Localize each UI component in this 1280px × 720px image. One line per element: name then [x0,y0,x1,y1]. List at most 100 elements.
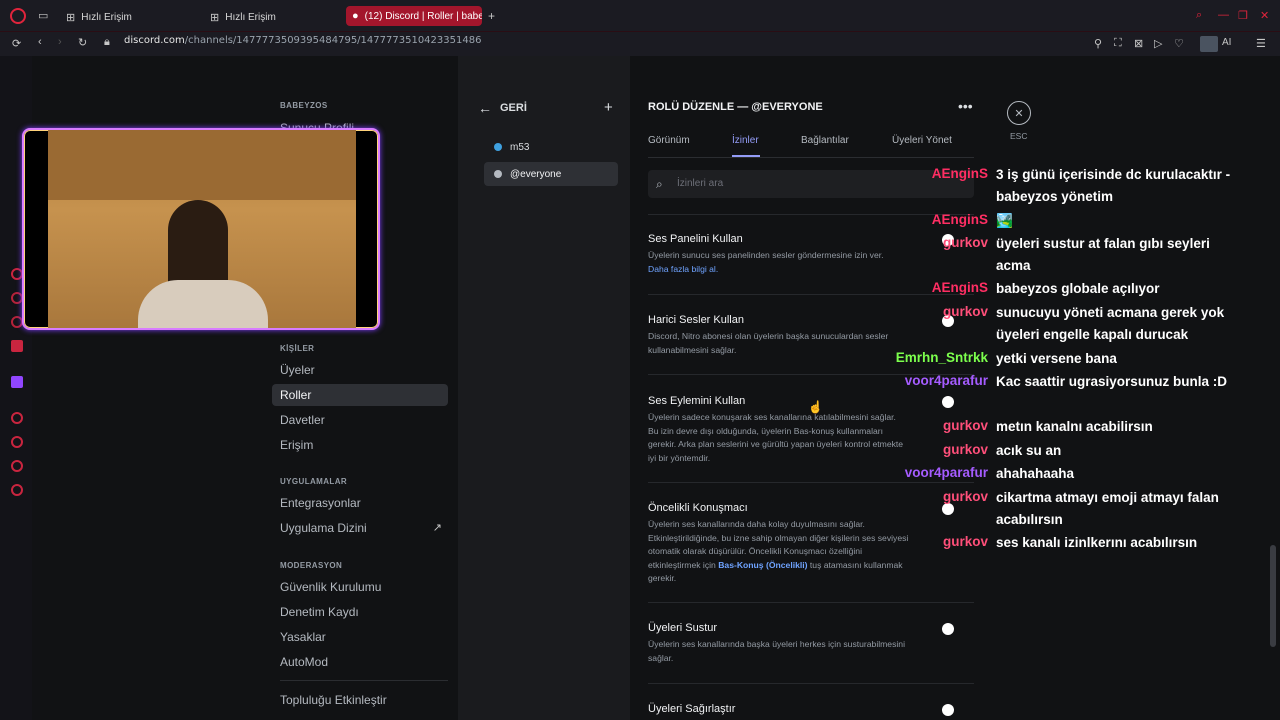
webcam-overlay [22,128,380,330]
permission-title: Ses Panelini Kullan [648,233,743,245]
webcam-robe [138,280,268,328]
permission-desc-text: Üyelerin sunucu ses panelinden sesler gö… [648,250,884,260]
add-role-icon[interactable]: + [604,99,613,116]
new-tab-icon[interactable]: + [488,9,495,23]
chat-message: acık su an [996,443,1062,458]
tab-quick-access-2[interactable]: ⊞ Hızlı Erişim [210,8,276,26]
sidebar-item-integrations[interactable]: Entegrasyonlar [272,492,448,514]
sidebar-item-enable-community[interactable]: Topluluğu Etkinleştir [272,689,448,711]
chat-username: Emrhn_Sntrkk [895,350,988,365]
toggle-knob [942,623,954,635]
search-icon: ⌕ [656,177,663,191]
maximize-icon[interactable]: ❐ [1238,9,1248,22]
opera-logo-icon[interactable] [10,8,26,24]
tab-manage-members[interactable]: Üyeleri Yönet [892,135,952,146]
pin-icon[interactable]: ⚲ [1094,37,1102,50]
sidebar-item-app-directory[interactable]: Uygulama Dizini ↗ [272,517,448,539]
sidebar-item-automod[interactable]: AutoMod [272,651,448,673]
permission-toggle[interactable] [942,503,960,515]
scrollbar-thumb[interactable] [1270,545,1276,647]
play-icon[interactable]: ▷ [1154,37,1162,50]
ai-button[interactable]: AI [1222,37,1231,48]
permission-toggle[interactable] [942,396,960,408]
chat-username: AEnginS [931,212,988,227]
webcam-wall [48,130,356,200]
role-item-m53[interactable]: m53 [484,136,618,158]
sidebar-item-members[interactable]: Üyeler [272,359,448,381]
ai-label: AI [1222,37,1232,48]
apps-section-header: UYGULAMALAR [280,477,348,486]
role-item-everyone[interactable]: @everyone [484,162,618,186]
permission-description: Üyelerin sunucu ses panelinden sesler gö… [648,249,918,276]
sidebar-item-safety-setup[interactable]: Güvenlik Kurulumu [272,576,448,598]
sidebar-item-bans[interactable]: Yasaklar [272,626,448,648]
settings-gear-icon[interactable] [11,484,23,496]
grid-icon: ⊞ [210,11,220,24]
gmail-icon[interactable] [11,340,23,352]
more-options-icon[interactable]: ••• [958,98,973,114]
menu-icon[interactable]: ☰ [1256,37,1266,50]
people-section-header: KİŞİLER [280,344,315,353]
extension-icon[interactable]: ⊠ [1134,37,1143,50]
heart-icon[interactable]: ♡ [1174,37,1184,50]
browser-tab-bar: ▭ ⊞ Hızlı Erişim ⊞ Hızlı Erişim ● (12) D… [0,0,1280,32]
tab-links[interactable]: Bağlantılar [801,135,849,146]
tab-permissions[interactable]: İzinler [732,135,759,146]
sidebar-item-access[interactable]: Erişim [272,434,448,456]
url-field[interactable]: discord.com/channels/1477773509395484795… [124,35,481,46]
chat-username: gurkov [942,304,988,319]
gamepad-icon[interactable]: ▭ [38,9,48,22]
refresh-sync-icon[interactable]: ⟳ [12,37,21,50]
learn-more-link[interactable]: Daha fazla bilgi al. [648,264,718,274]
chat-message: 3 iş günü içerisinde dc kurulacaktır - b… [996,167,1231,204]
toggle-knob [942,396,954,408]
chat-username: AEnginS [931,280,988,295]
chat-username: voor4parafur [904,465,988,480]
chat-message: babeyzos globale açılıyor [996,281,1160,296]
tab-label: Hızlı Erişim [225,11,276,23]
forward-arrow-icon[interactable]: › [58,36,62,48]
back-arrow-icon[interactable]: ‹ [38,36,42,48]
tabs-divider [648,157,974,158]
chat-message: yetki versene bana [996,351,1117,366]
sidebar-item-audit-log[interactable]: Denetim Kaydı [272,601,448,623]
close-icon: ✕ [1014,107,1024,120]
close-label: ESC [1010,131,1028,141]
extensions-icon[interactable] [11,460,23,472]
sidebar-item-invites[interactable]: Davetler [272,409,448,431]
permission-toggle[interactable] [942,623,960,635]
back-label: GERİ [500,102,527,114]
webcam-feed [48,130,356,328]
permission-description: Üyelerin ses kanallarında daha kolay duy… [648,518,914,586]
reload-icon[interactable]: ↻ [78,36,87,49]
tab-display[interactable]: Görünüm [648,135,690,146]
priority-speaker-link[interactable]: Bas-Konuş (Öncelikli) [718,560,807,570]
chat-message: 🏞️ [996,213,1013,228]
grid-icon: ⊞ [66,11,76,24]
chat-message: üyeleri sustur at falan gıbı seyleri acm… [996,236,1210,273]
tab-quick-access-1[interactable]: ⊞ Hızlı Erişim [66,8,132,26]
permission-divider [648,602,974,603]
profile-avatar[interactable] [1200,36,1218,52]
minimize-icon[interactable]: — [1218,9,1229,21]
permission-toggle[interactable] [942,704,960,716]
sidebar-divider [280,680,448,681]
close-settings-button[interactable]: ✕ [1007,101,1031,125]
chat-username: gurkov [942,235,988,250]
history-icon[interactable] [11,436,23,448]
toggle-knob [942,503,954,515]
search-placeholder: İzinleri ara [677,178,724,189]
chat-username: AEnginS [931,166,988,181]
chat-username: gurkov [942,489,988,504]
twitch-icon[interactable] [11,376,23,388]
player-icon[interactable] [11,412,23,424]
chat-username: gurkov [942,442,988,457]
back-button[interactable]: ← GERİ [478,100,527,116]
close-window-icon[interactable]: ✕ [1260,9,1269,22]
tab-discord[interactable]: ● (12) Discord | Roller | babe [346,6,482,26]
snapshot-icon[interactable]: ⛶ [1114,37,1122,50]
search-icon[interactable]: ⌕ [1196,9,1202,22]
sidebar-item-roles[interactable]: Roller [272,384,448,406]
chat-message: sunucuyu yöneti acmana gerek yok üyeleri… [996,305,1225,342]
tab-label: Hızlı Erişim [81,11,132,23]
